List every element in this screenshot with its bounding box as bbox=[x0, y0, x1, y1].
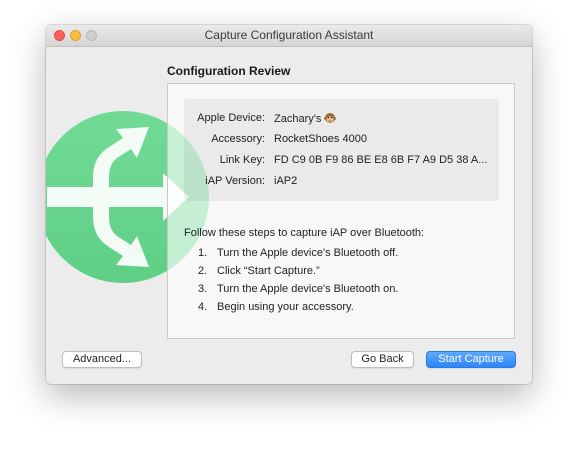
device-info-box: Apple Device: Zachary's Accessory: Rocke… bbox=[184, 99, 499, 201]
link-key-label: Link Key: bbox=[219, 154, 265, 166]
apple-device-value: Zachary's bbox=[274, 113, 322, 125]
iap-version-value: iAP2 bbox=[274, 175, 298, 187]
step-text: Click “Start Capture.” bbox=[217, 265, 320, 277]
apple-device-label: Apple Device: bbox=[197, 112, 265, 124]
step-number: 4. bbox=[198, 301, 208, 313]
window-title: Capture Configuration Assistant bbox=[204, 28, 374, 42]
start-capture-button[interactable]: Start Capture bbox=[426, 351, 516, 368]
step-text: Turn the Apple device's Bluetooth on. bbox=[217, 283, 399, 295]
accessory-value: RocketShoes 4000 bbox=[274, 133, 367, 145]
step-number: 2. bbox=[198, 265, 208, 277]
monkey-face-icon bbox=[324, 113, 337, 123]
title-bar[interactable]: Capture Configuration Assistant bbox=[46, 25, 532, 47]
step-number: 3. bbox=[198, 283, 208, 295]
advanced-button[interactable]: Advanced... bbox=[62, 351, 142, 368]
go-back-button[interactable]: Go Back bbox=[351, 351, 414, 368]
assistant-window: Capture Configuration Assistant Configur… bbox=[46, 25, 532, 384]
step-text: Turn the Apple device's Bluetooth off. bbox=[217, 247, 399, 259]
step-number: 1. bbox=[198, 247, 208, 259]
link-key-value: FD C9 0B F9 86 BE E8 6B F7 A9 D5 38 A... bbox=[274, 154, 488, 166]
iap-version-label: iAP Version: bbox=[205, 175, 265, 187]
apple-device-value-wrap: Zachary's bbox=[274, 112, 337, 125]
step-text: Begin using your accessory. bbox=[217, 301, 354, 313]
review-panel: Apple Device: Zachary's Accessory: Rocke… bbox=[167, 83, 515, 339]
section-heading: Configuration Review bbox=[167, 64, 291, 78]
steps-intro: Follow these steps to capture iAP over B… bbox=[184, 227, 425, 239]
accessory-label: Accessory: bbox=[211, 133, 265, 145]
